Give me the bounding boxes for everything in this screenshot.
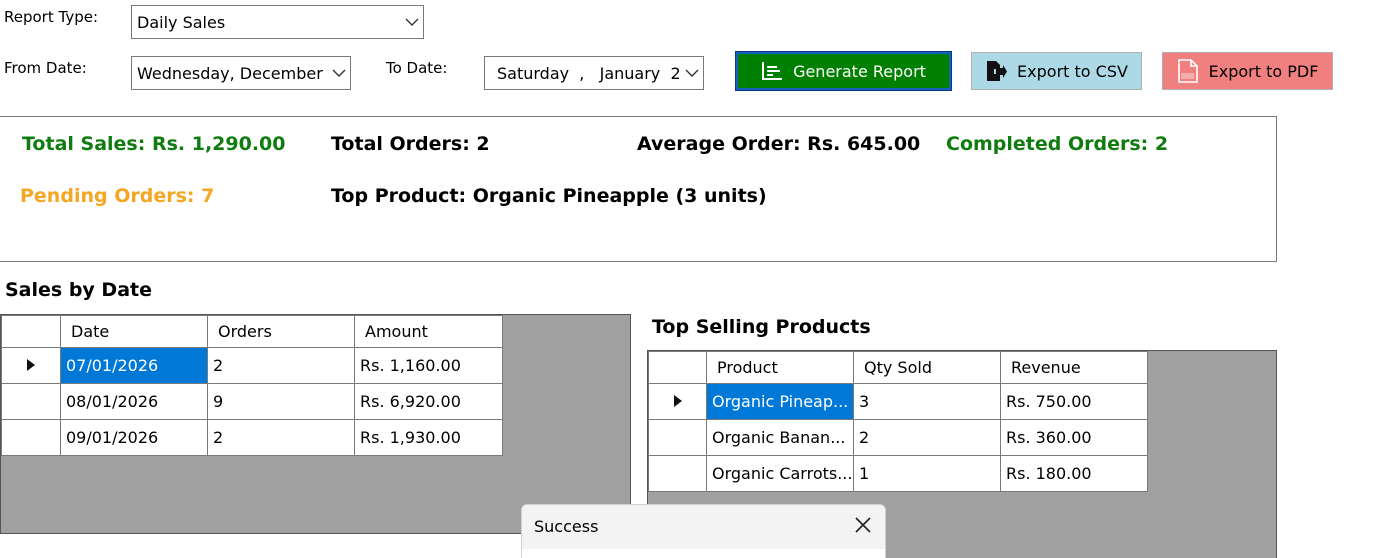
cell-date[interactable]: 08/01/2026: [60, 383, 208, 420]
chevron-down-icon: [401, 6, 423, 38]
cell-qty[interactable]: 1: [853, 455, 1001, 492]
generate-report-label: Generate Report: [793, 61, 926, 81]
from-date-label: From Date:: [4, 59, 87, 77]
column-header-date[interactable]: Date: [60, 315, 208, 348]
summary-panel: Total Sales: Rs. 1,290.00 Total Orders: …: [0, 116, 1277, 262]
cell-revenue[interactable]: Rs. 750.00: [1000, 383, 1148, 420]
cell-revenue[interactable]: Rs. 360.00: [1000, 419, 1148, 456]
from-date-value: Wednesday, December 2: [137, 63, 328, 83]
cell-qty[interactable]: 3: [853, 383, 1001, 420]
row-header[interactable]: [648, 419, 707, 456]
report-type-value: Daily Sales: [137, 12, 226, 32]
top-product-stat: Top Product: Organic Pineapple (3 units): [331, 185, 767, 207]
cell-amount[interactable]: Rs. 1,160.00: [354, 347, 503, 384]
chevron-down-icon: [328, 57, 350, 89]
current-row-arrow-icon: [27, 359, 35, 371]
column-header-revenue[interactable]: Revenue: [1000, 351, 1148, 384]
total-sales-stat: Total Sales: Rs. 1,290.00: [22, 133, 286, 155]
cell-product[interactable]: Organic Carrots...: [706, 455, 854, 492]
table-row[interactable]: Organic Carrots... 1 Rs. 180.00: [648, 455, 1148, 492]
table-row[interactable]: Organic Pineap... 3 Rs. 750.00: [648, 383, 1148, 420]
table-row[interactable]: 08/01/2026 9 Rs. 6,920.00: [1, 383, 503, 420]
top-selling-products-title: Top Selling Products: [652, 316, 871, 338]
row-header[interactable]: [1, 383, 61, 420]
generate-report-button[interactable]: Generate Report: [735, 51, 952, 91]
column-header-orders[interactable]: Orders: [207, 315, 355, 348]
cell-orders[interactable]: 2: [207, 419, 355, 456]
table-row[interactable]: 07/01/2026 2 Rs. 1,160.00: [1, 347, 503, 384]
export-file-icon: [985, 60, 1008, 82]
row-header-corner: [1, 315, 61, 348]
cell-product[interactable]: Organic Banan...: [706, 419, 854, 456]
cell-amount[interactable]: Rs. 6,920.00: [354, 383, 503, 420]
table-row[interactable]: Organic Banan... 2 Rs. 360.00: [648, 419, 1148, 456]
table-row[interactable]: 09/01/2026 2 Rs. 1,930.00: [1, 419, 503, 456]
cell-date[interactable]: 07/01/2026: [60, 347, 208, 384]
average-order-stat: Average Order: Rs. 645.00: [637, 133, 921, 155]
top-products-table[interactable]: Product Qty Sold Revenue Organic Pineap.…: [648, 351, 1148, 492]
export-pdf-label: Export to PDF: [1208, 61, 1319, 81]
export-csv-button[interactable]: Export to CSV: [971, 52, 1142, 90]
close-icon[interactable]: [851, 513, 875, 537]
to-date-label: To Date:: [386, 59, 448, 77]
to-date-picker[interactable]: Saturday , January 2: [484, 56, 704, 90]
pending-orders-stat: Pending Orders: 7: [20, 185, 215, 207]
cell-amount[interactable]: Rs. 1,930.00: [354, 419, 503, 456]
chevron-down-icon: [681, 57, 703, 89]
completed-orders-stat: Completed Orders: 2: [946, 133, 1169, 155]
to-date-value: Saturday , January 2: [497, 63, 681, 83]
row-header[interactable]: [1, 347, 61, 384]
success-dialog[interactable]: Success: [521, 504, 886, 558]
from-date-picker[interactable]: Wednesday, December 2: [131, 56, 351, 90]
report-type-dropdown[interactable]: Daily Sales: [131, 5, 424, 39]
row-header[interactable]: [1, 419, 61, 456]
total-orders-stat: Total Orders: 2: [331, 133, 490, 155]
dialog-body: [522, 549, 885, 558]
column-header-product[interactable]: Product: [706, 351, 854, 384]
export-csv-label: Export to CSV: [1017, 61, 1128, 81]
cell-revenue[interactable]: Rs. 180.00: [1000, 455, 1148, 492]
row-header[interactable]: [648, 455, 707, 492]
sales-by-date-title: Sales by Date: [5, 279, 152, 301]
dialog-title: Success: [534, 517, 599, 536]
row-header[interactable]: [648, 383, 707, 420]
cell-orders[interactable]: 9: [207, 383, 355, 420]
table-header-row: Date Orders Amount: [1, 315, 503, 348]
column-header-amount[interactable]: Amount: [354, 315, 503, 348]
report-type-label: Report Type:: [4, 8, 98, 26]
sales-by-date-table[interactable]: Date Orders Amount 07/01/2026 2 Rs. 1,16…: [1, 315, 503, 456]
column-header-qty-sold[interactable]: Qty Sold: [853, 351, 1001, 384]
table-header-row: Product Qty Sold Revenue: [648, 351, 1148, 384]
cell-product[interactable]: Organic Pineap...: [706, 383, 854, 420]
cell-qty[interactable]: 2: [853, 419, 1001, 456]
cell-orders[interactable]: 2: [207, 347, 355, 384]
cell-date[interactable]: 09/01/2026: [60, 419, 208, 456]
current-row-arrow-icon: [673, 395, 682, 407]
pdf-file-icon: [1177, 59, 1199, 83]
row-header-corner: [648, 351, 707, 384]
chart-icon: [761, 61, 783, 81]
export-pdf-button[interactable]: Export to PDF: [1162, 52, 1333, 90]
